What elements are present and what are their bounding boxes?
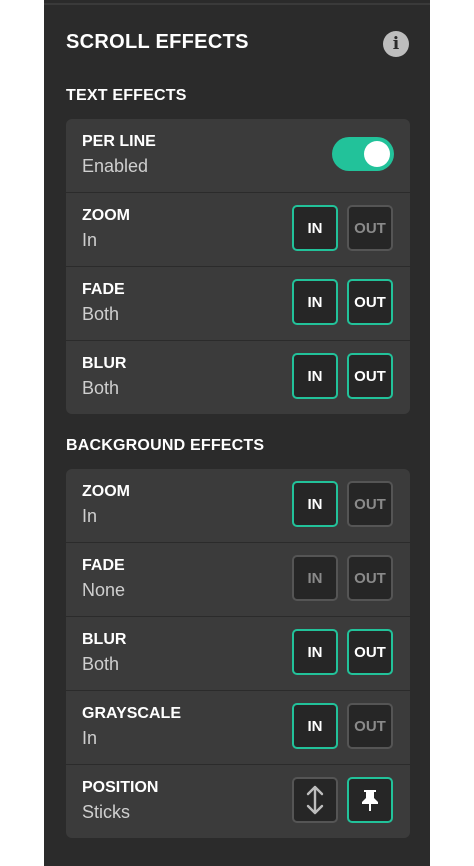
text-fade-row: FADE Both IN OUT (66, 267, 410, 341)
per-line-row: PER LINE Enabled (66, 119, 410, 193)
bg-blur-out-button[interactable]: OUT (347, 629, 393, 675)
text-zoom-label: ZOOM (82, 207, 130, 224)
text-fade-out-button[interactable]: OUT (347, 279, 393, 325)
text-fade-in-button[interactable]: IN (292, 279, 338, 325)
bg-grayscale-row: GRAYSCALE In IN OUT (66, 691, 410, 765)
bg-zoom-out-button[interactable]: OUT (347, 481, 393, 527)
bg-zoom-value: In (82, 506, 98, 526)
top-divider (44, 3, 430, 5)
bg-position-label: POSITION (82, 779, 159, 796)
bg-fade-value: None (82, 580, 126, 600)
text-zoom-row: ZOOM In IN OUT (66, 193, 410, 267)
text-blur-row: BLUR Both IN OUT (66, 341, 410, 414)
bg-zoom-row: ZOOM In IN OUT (66, 469, 410, 543)
panel-title: SCROLL EFFECTS (66, 31, 249, 53)
text-zoom-out-button[interactable]: OUT (347, 205, 393, 251)
bg-grayscale-in-button[interactable]: IN (292, 703, 338, 749)
per-line-toggle[interactable] (332, 137, 394, 171)
bg-grayscale-value: In (82, 728, 98, 748)
text-blur-label: BLUR (82, 355, 127, 372)
vertical-arrows-icon (306, 785, 324, 815)
scroll-effects-panel: SCROLL EFFECTS i TEXT EFFECTS PER LINE E… (44, 0, 430, 866)
text-blur-value: Both (82, 378, 120, 398)
bg-fade-in-button[interactable]: IN (292, 555, 338, 601)
bg-blur-in-button[interactable]: IN (292, 629, 338, 675)
pin-icon (362, 790, 378, 811)
per-line-label: PER LINE (82, 133, 156, 150)
bg-blur-row: BLUR Both IN OUT (66, 617, 410, 691)
text-fade-label: FADE (82, 281, 125, 298)
bg-zoom-in-button[interactable]: IN (292, 481, 338, 527)
info-icon[interactable]: i (383, 31, 409, 57)
bg-grayscale-label: GRAYSCALE (82, 705, 181, 722)
background-effects-group: ZOOM In IN OUT FADE None IN OUT BLUR Bot… (66, 469, 410, 838)
text-zoom-value: In (82, 230, 98, 250)
bg-position-value: Sticks (82, 802, 131, 822)
toggle-knob (364, 141, 390, 167)
position-scroll-button[interactable] (292, 777, 338, 823)
bg-blur-label: BLUR (82, 631, 127, 648)
text-effects-heading: TEXT EFFECTS (66, 87, 187, 104)
bg-fade-label: FADE (82, 557, 125, 574)
text-effects-group: PER LINE Enabled ZOOM In IN OUT FADE Bot… (66, 119, 410, 414)
text-zoom-in-button[interactable]: IN (292, 205, 338, 251)
text-blur-in-button[interactable]: IN (292, 353, 338, 399)
per-line-value: Enabled (82, 156, 149, 176)
bg-position-row: POSITION Sticks (66, 765, 410, 838)
background-effects-heading: BACKGROUND EFFECTS (66, 437, 265, 454)
bg-fade-out-button[interactable]: OUT (347, 555, 393, 601)
text-fade-value: Both (82, 304, 120, 324)
text-blur-out-button[interactable]: OUT (347, 353, 393, 399)
bg-grayscale-out-button[interactable]: OUT (347, 703, 393, 749)
bg-fade-row: FADE None IN OUT (66, 543, 410, 617)
position-stick-button[interactable] (347, 777, 393, 823)
bg-zoom-label: ZOOM (82, 483, 130, 500)
bg-blur-value: Both (82, 654, 120, 674)
